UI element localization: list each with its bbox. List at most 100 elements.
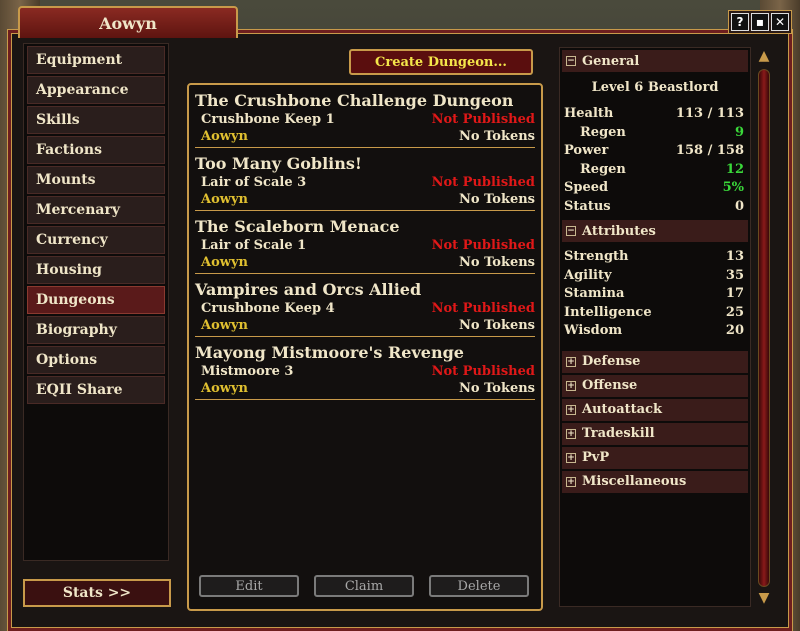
dungeon-entry[interactable]: Too Many Goblins! Lair of Scale 3 Not Publ… — [195, 148, 535, 211]
sidebar-item-appearance[interactable]: Appearance — [27, 76, 165, 104]
general-section-header[interactable]: − General — [562, 50, 748, 72]
stat-value: 0 — [734, 198, 744, 214]
sidebar-item-mounts[interactable]: Mounts — [27, 166, 165, 194]
edit-button[interactable]: Edit — [199, 575, 299, 597]
attribute-value: 35 — [725, 267, 744, 283]
attribute-row: Wisdom 20 — [560, 322, 750, 341]
stat-value: 5% — [722, 180, 744, 195]
pvp-section-header[interactable]: + PvP — [562, 446, 748, 469]
dungeon-status: Not Published — [431, 301, 535, 316]
dungeon-row-owner: Aowyn No Tokens — [195, 317, 535, 334]
stat-value: 9 — [734, 124, 744, 140]
sidebar-item-mercenary[interactable]: Mercenary — [27, 196, 165, 224]
pvp-section-toggle-icon[interactable]: + — [566, 452, 576, 463]
stat-value: 12 — [725, 161, 744, 177]
dungeon-tokens: No Tokens — [459, 381, 535, 396]
defense-section-header-label: Defense — [582, 354, 641, 369]
offense-section-toggle-icon[interactable]: + — [566, 380, 576, 391]
help-button[interactable]: ? — [731, 13, 749, 31]
miscellaneous-section-header[interactable]: + Miscellaneous — [562, 470, 748, 493]
attribute-row: Stamina 17 — [560, 285, 750, 304]
attribute-value: 20 — [725, 323, 744, 338]
dungeon-status: Not Published — [431, 175, 535, 190]
stats-toggle-button[interactable]: Stats >> — [23, 579, 171, 607]
create-dungeon-button[interactable]: Create Dungeon... — [349, 49, 533, 75]
dungeon-row-owner: Aowyn No Tokens — [195, 128, 535, 145]
attribute-value: 25 — [725, 304, 744, 320]
stat-label: Speed — [564, 180, 609, 195]
sidebar-item-factions[interactable]: Factions — [27, 136, 165, 164]
attribute-label: Agility — [564, 267, 612, 283]
dungeon-tokens: No Tokens — [459, 129, 535, 144]
delete-button[interactable]: Delete — [429, 575, 529, 597]
claim-button[interactable]: Claim — [314, 575, 414, 597]
stat-label: Power — [564, 143, 609, 158]
stat-row: Power 158 / 158 — [560, 142, 750, 161]
attributes-section-header[interactable]: − Attributes — [562, 220, 748, 242]
attributes-section-header-label: Attributes — [582, 223, 656, 239]
dungeon-entry[interactable]: Vampires and Orcs Allied Crushbone Keep 4… — [195, 274, 535, 337]
dungeon-owner: Aowyn — [201, 192, 248, 207]
close-button[interactable]: ✕ — [771, 13, 789, 31]
stats-scrollbar[interactable]: ▲ ▼ — [755, 47, 773, 607]
dungeon-entry[interactable]: The Crushbone Challenge Dungeon Crushbone… — [195, 85, 535, 148]
dungeon-entry[interactable]: Mayong Mistmoore's Revenge Mistmoore 3 Not… — [195, 337, 535, 400]
attribute-label: Intelligence — [564, 304, 652, 320]
stat-row: Regen 9 — [560, 124, 750, 143]
offense-section-header[interactable]: + Offense — [562, 374, 748, 397]
dungeon-tokens: No Tokens — [459, 318, 535, 333]
dungeon-owner: Aowyn — [201, 381, 248, 396]
character-window: Equipment Appearance Skills Factions Mounts M… — [7, 29, 793, 631]
sidebar-nav: Equipment Appearance Skills Factions Mounts M… — [23, 43, 169, 561]
tradeskill-section-header[interactable]: + Tradeskill — [562, 422, 748, 445]
miscellaneous-section-toggle-icon[interactable]: + — [566, 476, 576, 487]
attributes-section-toggle-icon[interactable]: − — [566, 226, 576, 236]
dungeon-zone: Crushbone Keep 1 — [201, 112, 335, 127]
dungeon-name: The Crushbone Challenge Dungeon — [195, 91, 514, 110]
dungeon-name: Vampires and Orcs Allied — [195, 280, 422, 299]
scroll-down-icon[interactable]: ▼ — [756, 589, 772, 607]
sidebar-item-eqii-share[interactable]: EQII Share — [27, 376, 165, 404]
tradeskill-section-toggle-icon[interactable]: + — [566, 428, 576, 439]
dungeon-owner: Aowyn — [201, 318, 248, 333]
attribute-label: Wisdom — [564, 323, 623, 338]
autoattack-section-header[interactable]: + Autoattack — [562, 398, 748, 421]
sidebar-item-biography[interactable]: Biography — [27, 316, 165, 344]
dungeon-owner: Aowyn — [201, 129, 248, 144]
miscellaneous-section-header-label: Miscellaneous — [582, 474, 687, 489]
sidebar-item-housing[interactable]: Housing — [27, 256, 165, 284]
sidebar-item-options[interactable]: Options — [27, 346, 165, 374]
sidebar-item-currency[interactable]: Currency — [27, 226, 165, 254]
dungeon-status: Not Published — [431, 112, 535, 127]
general-section-toggle-icon[interactable]: − — [566, 56, 576, 66]
sidebar-item-dungeons[interactable]: Dungeons — [27, 286, 165, 314]
stat-row: Status 0 — [560, 198, 750, 217]
dungeon-name: The Scaleborn Menace — [195, 217, 400, 236]
dungeon-row-owner: Aowyn No Tokens — [195, 254, 535, 271]
defense-section-toggle-icon[interactable]: + — [566, 356, 576, 367]
stat-label: Health — [564, 106, 614, 121]
autoattack-section-toggle-icon[interactable]: + — [566, 404, 576, 415]
attribute-label: Stamina — [564, 286, 625, 301]
sidebar-item-equipment[interactable]: Equipment — [27, 46, 165, 74]
dungeon-entry[interactable]: The Scaleborn Menace Lair of Scale 1 Not P… — [195, 211, 535, 274]
pvp-section-header-label: PvP — [582, 450, 610, 465]
general-section-header-label: General — [582, 53, 640, 69]
defense-section-header[interactable]: + Defense — [562, 350, 748, 373]
dungeon-zone: Mistmoore 3 — [201, 364, 294, 379]
sidebar-item-skills[interactable]: Skills — [27, 106, 165, 134]
scroll-up-icon[interactable]: ▲ — [756, 47, 772, 65]
character-level: Level 6 Beastlord — [591, 80, 719, 95]
dungeon-row-owner: Aowyn No Tokens — [195, 191, 535, 208]
tradeskill-section-header-label: Tradeskill — [582, 426, 655, 441]
autoattack-section-header-label: Autoattack — [582, 402, 662, 417]
stat-label: Status — [564, 198, 611, 214]
window-controls: ? ▪ ✕ — [728, 10, 792, 34]
dungeon-tokens: No Tokens — [459, 255, 535, 270]
options-button[interactable]: ▪ — [751, 13, 769, 31]
dungeon-zone: Crushbone Keep 4 — [201, 301, 335, 316]
window-title[interactable]: Aowyn — [18, 6, 238, 38]
stat-label: Regen — [580, 124, 626, 140]
scroll-track[interactable] — [758, 69, 770, 587]
